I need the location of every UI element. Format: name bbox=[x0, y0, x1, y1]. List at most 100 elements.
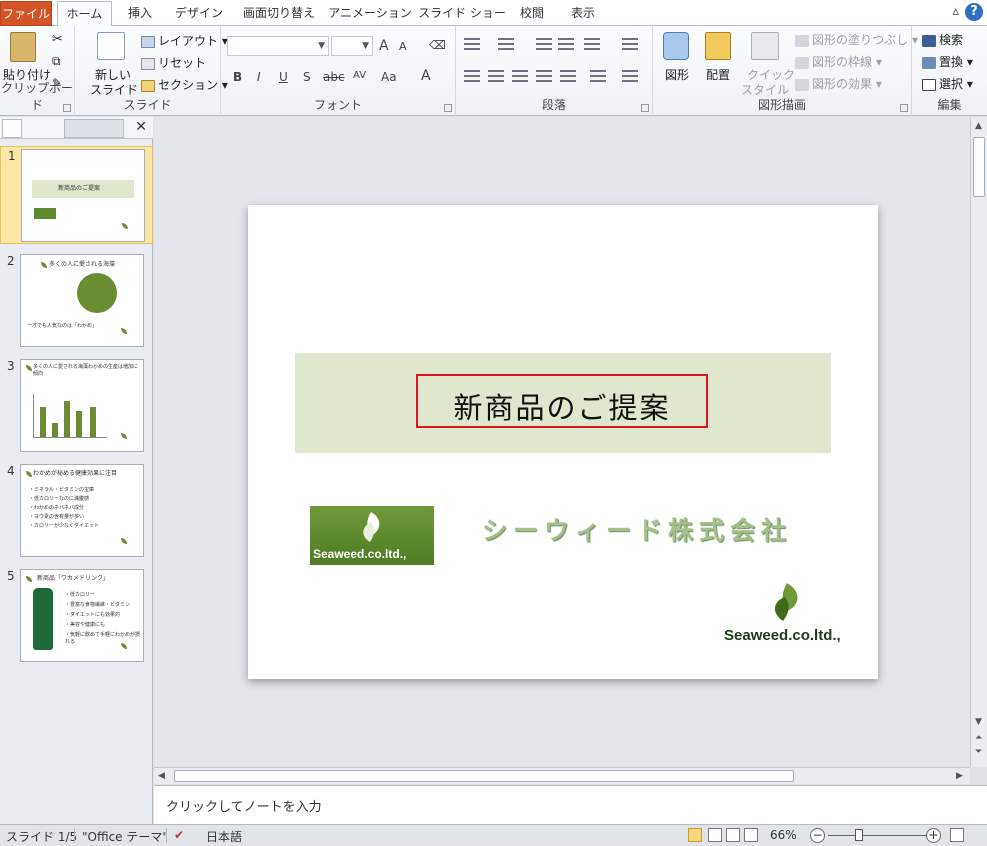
thumbnail-slide-1[interactable]: 新商品のご提案 bbox=[21, 149, 145, 242]
vertical-scroll-thumb[interactable] bbox=[973, 137, 985, 197]
font-size-select[interactable]: ▼ bbox=[331, 36, 373, 56]
next-slide-icon[interactable]: ⏷ bbox=[975, 747, 982, 757]
bullets-icon[interactable] bbox=[464, 38, 480, 50]
scroll-right-icon[interactable]: ▶ bbox=[956, 771, 963, 781]
grow-font-button[interactable]: A bbox=[379, 38, 389, 54]
thumbnail-slide-5[interactable]: 新商品「ワカメドリンク」 ・低カロリー ・豊富な食物繊維・ビタミン ・ダイエット… bbox=[20, 569, 144, 662]
reading-view-icon[interactable] bbox=[726, 828, 740, 842]
outline-tab[interactable] bbox=[64, 119, 124, 138]
section-button[interactable]: セクション ▾ bbox=[141, 76, 228, 93]
decrease-indent-icon[interactable] bbox=[536, 38, 552, 50]
align-right-icon[interactable] bbox=[512, 70, 528, 82]
close-panel-icon[interactable]: ✕ bbox=[135, 119, 147, 135]
zoom-out-icon[interactable]: − bbox=[810, 828, 825, 843]
tab-home[interactable]: ホーム bbox=[57, 1, 112, 27]
scroll-left-icon[interactable]: ◀ bbox=[158, 771, 165, 781]
shape-effects-button[interactable]: 図形の効果 ▾ bbox=[795, 75, 882, 92]
tab-file[interactable]: ファイル bbox=[0, 1, 52, 26]
vertical-scrollbar[interactable]: ▲ ▼ ⏶ ⏷ bbox=[970, 117, 987, 767]
thumbnail-row-5[interactable]: 5 新商品「ワカメドリンク」 ・低カロリー ・豊富な食物繊維・ビタミン ・ダイエ… bbox=[0, 567, 153, 665]
horizontal-scrollbar[interactable]: ◀ ▶ bbox=[154, 767, 970, 784]
thumbnail-row-3[interactable]: 3 多くの人に愛される海藻わかめの生産は増加に傾向 bbox=[0, 357, 153, 455]
language-indicator[interactable]: 日本語 bbox=[206, 828, 242, 845]
thumbnail-row-2[interactable]: 2 多くの人に愛される海藻 一才でも人気なのは「わかめ」 bbox=[0, 252, 153, 350]
char-spacing-button[interactable]: AV bbox=[353, 70, 366, 81]
zoom-level[interactable]: 66% bbox=[770, 828, 797, 842]
replace-button[interactable]: 置換 ▾ bbox=[922, 53, 973, 70]
slideshow-view-icon[interactable] bbox=[744, 828, 758, 842]
drawing-launcher-icon[interactable] bbox=[900, 104, 908, 112]
help-icon[interactable]: ? bbox=[965, 3, 983, 21]
slide-sorter-icon[interactable] bbox=[708, 828, 722, 842]
underline-button[interactable]: U bbox=[279, 70, 288, 84]
font-launcher-icon[interactable] bbox=[444, 104, 452, 112]
thumbnail-row-1[interactable]: 1 新商品のご提案 bbox=[0, 146, 153, 244]
tab-insert[interactable]: 挿入 bbox=[116, 1, 164, 26]
zoom-slider-knob[interactable] bbox=[855, 829, 863, 841]
clipboard-launcher-icon[interactable] bbox=[63, 104, 71, 112]
arrange-icon[interactable] bbox=[705, 32, 731, 60]
slides-tab[interactable] bbox=[2, 119, 22, 138]
tab-review[interactable]: 校閲 bbox=[512, 1, 552, 26]
layout-button[interactable]: レイアウト ▾ bbox=[141, 32, 228, 49]
paragraph-launcher-icon[interactable] bbox=[641, 104, 649, 112]
align-left-icon[interactable] bbox=[464, 70, 480, 82]
quick-styles-icon[interactable] bbox=[751, 32, 779, 60]
fit-to-window-icon[interactable] bbox=[950, 828, 964, 842]
italic-button[interactable]: I bbox=[257, 70, 261, 84]
columns-icon[interactable] bbox=[590, 70, 606, 82]
select-button[interactable]: 選択 ▾ bbox=[922, 75, 973, 92]
tab-slideshow[interactable]: スライド ショー bbox=[416, 1, 508, 26]
justify-icon[interactable] bbox=[536, 70, 552, 82]
notes-pane[interactable]: クリックしてノートを入力 bbox=[154, 785, 987, 824]
zoom-in-icon[interactable]: + bbox=[926, 828, 941, 843]
shape-fill-button[interactable]: 図形の塗りつぶし ▾ bbox=[795, 31, 918, 48]
zoom-slider-track[interactable] bbox=[828, 835, 930, 836]
horizontal-scroll-thumb[interactable] bbox=[174, 770, 794, 782]
line-spacing-icon[interactable] bbox=[584, 38, 600, 50]
normal-view-icon[interactable] bbox=[688, 828, 702, 842]
thumbnail-slide-3[interactable]: 多くの人に愛される海藻わかめの生産は増加に傾向 bbox=[20, 359, 144, 452]
company-name[interactable]: シーウィード株式会社 bbox=[482, 511, 792, 547]
numbering-icon[interactable] bbox=[498, 38, 514, 50]
shrink-font-button[interactable]: A bbox=[399, 40, 407, 53]
shapes-icon[interactable] bbox=[663, 32, 689, 60]
company-logo-badge[interactable]: Seaweed.co.ltd., bbox=[310, 506, 434, 565]
shape-outline-button[interactable]: 図形の枠線 ▾ bbox=[795, 53, 882, 70]
paste-icon[interactable] bbox=[10, 32, 36, 62]
font-name-select[interactable]: ▼ bbox=[227, 36, 329, 56]
thumbnail-slide-4[interactable]: わかめが秘める健康効果に注目 ・ミネラル・ビタミンの宝庫 ・低カロリーなのに満腹… bbox=[20, 464, 144, 557]
scroll-down-icon[interactable]: ▼ bbox=[975, 717, 982, 727]
prev-slide-icon[interactable]: ⏶ bbox=[975, 733, 982, 743]
find-button[interactable]: 検索 bbox=[922, 31, 963, 48]
smartart-icon[interactable] bbox=[622, 70, 638, 82]
thumbnail-row-4[interactable]: 4 わかめが秘める健康効果に注目 ・ミネラル・ビタミンの宝庫 ・低カロリーなのに… bbox=[0, 462, 153, 560]
font-color-button[interactable]: A bbox=[421, 68, 431, 84]
current-slide[interactable]: 新商品のご提案 Seaweed.co.ltd., シーウィード株式会社 Seaw… bbox=[248, 205, 878, 679]
tab-design[interactable]: デザイン bbox=[168, 1, 230, 26]
shadow-button[interactable]: S bbox=[303, 70, 311, 84]
thumbnail-slide-2[interactable]: 多くの人に愛される海藻 一才でも人気なのは「わかめ」 bbox=[20, 254, 144, 347]
change-case-button[interactable]: Aa bbox=[381, 70, 397, 84]
new-slide-icon[interactable] bbox=[97, 32, 125, 60]
scroll-up-icon[interactable]: ▲ bbox=[975, 121, 982, 131]
bold-button[interactable]: B bbox=[233, 70, 242, 84]
cut-icon[interactable]: ✂ bbox=[52, 32, 63, 47]
align-center-icon[interactable] bbox=[488, 70, 504, 82]
title-textbox[interactable]: 新商品のご提案 bbox=[416, 374, 708, 428]
shapes-button[interactable]: 図形 bbox=[665, 66, 689, 83]
tab-animations[interactable]: アニメーション bbox=[328, 1, 412, 26]
tab-transitions[interactable]: 画面切り替え bbox=[234, 1, 324, 26]
copy-icon[interactable]: ⧉ bbox=[52, 54, 61, 69]
minimize-ribbon-icon[interactable]: ▵ bbox=[952, 4, 959, 19]
strikethrough-button[interactable]: abc bbox=[323, 70, 345, 84]
distribute-icon[interactable] bbox=[560, 70, 576, 82]
spellcheck-icon[interactable]: ✔ bbox=[174, 828, 184, 842]
increase-indent-icon[interactable] bbox=[558, 38, 574, 50]
reset-button[interactable]: リセット bbox=[141, 54, 206, 71]
notes-placeholder[interactable]: クリックしてノートを入力 bbox=[166, 796, 322, 815]
arrange-button[interactable]: 配置 bbox=[706, 66, 730, 83]
text-direction-icon[interactable] bbox=[622, 38, 638, 50]
clear-format-icon[interactable]: ⌫ bbox=[429, 38, 446, 52]
tab-view[interactable]: 表示 bbox=[560, 1, 606, 26]
